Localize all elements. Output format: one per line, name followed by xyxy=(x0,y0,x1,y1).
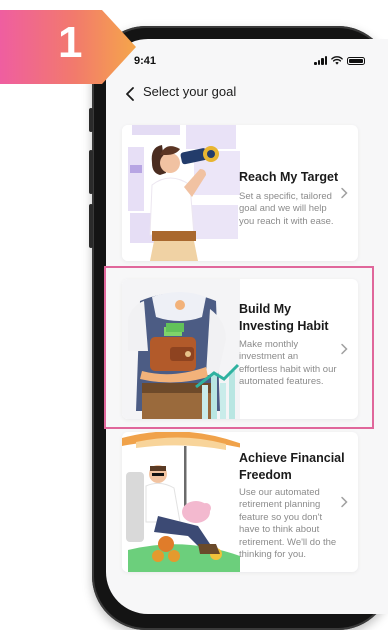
cellular-signal-icon xyxy=(314,56,327,65)
back-arrow-icon[interactable] xyxy=(124,86,138,102)
goal-description: Set a specific, tailored goal and we wil… xyxy=(239,191,334,227)
goal-description: Make monthly investment an effortless ha… xyxy=(239,339,337,388)
chevron-right-icon xyxy=(341,343,348,355)
goal-card-reach-target[interactable]: Reach My Target Set a specific, tailored… xyxy=(122,125,358,261)
goal-title: Achieve Financial Freedom xyxy=(239,451,345,482)
relaxing-person-illustration xyxy=(122,432,240,572)
goal-title: Build My Investing Habit xyxy=(239,302,329,333)
goal-description: Use our automated retirement planning fe… xyxy=(239,487,337,561)
chevron-right-icon xyxy=(341,496,348,508)
page-title: Select your goal xyxy=(143,84,237,99)
screen-header: Select your goal xyxy=(106,79,388,109)
chevron-right-icon xyxy=(341,187,348,199)
phone-side-button xyxy=(89,150,93,194)
goal-title: Reach My Target xyxy=(239,170,339,184)
telescope-person-illustration xyxy=(122,125,240,261)
goal-card-financial-freedom[interactable]: Achieve Financial Freedom Use our automa… xyxy=(122,432,358,572)
wifi-icon xyxy=(331,56,343,65)
phone-screen: 9:41 Select your goal Reach My Target Se… xyxy=(106,39,388,614)
status-icons xyxy=(314,56,365,65)
phone-side-button xyxy=(89,108,93,132)
phone-side-button xyxy=(89,204,93,248)
step-number: 1 xyxy=(58,18,83,67)
battery-icon xyxy=(347,57,365,65)
status-time: 9:41 xyxy=(134,55,157,67)
status-bar: 9:41 xyxy=(106,39,388,79)
wallet-person-illustration xyxy=(122,279,240,419)
goal-card-investing-habit[interactable]: Build My Investing Habit Make monthly in… xyxy=(122,279,358,419)
